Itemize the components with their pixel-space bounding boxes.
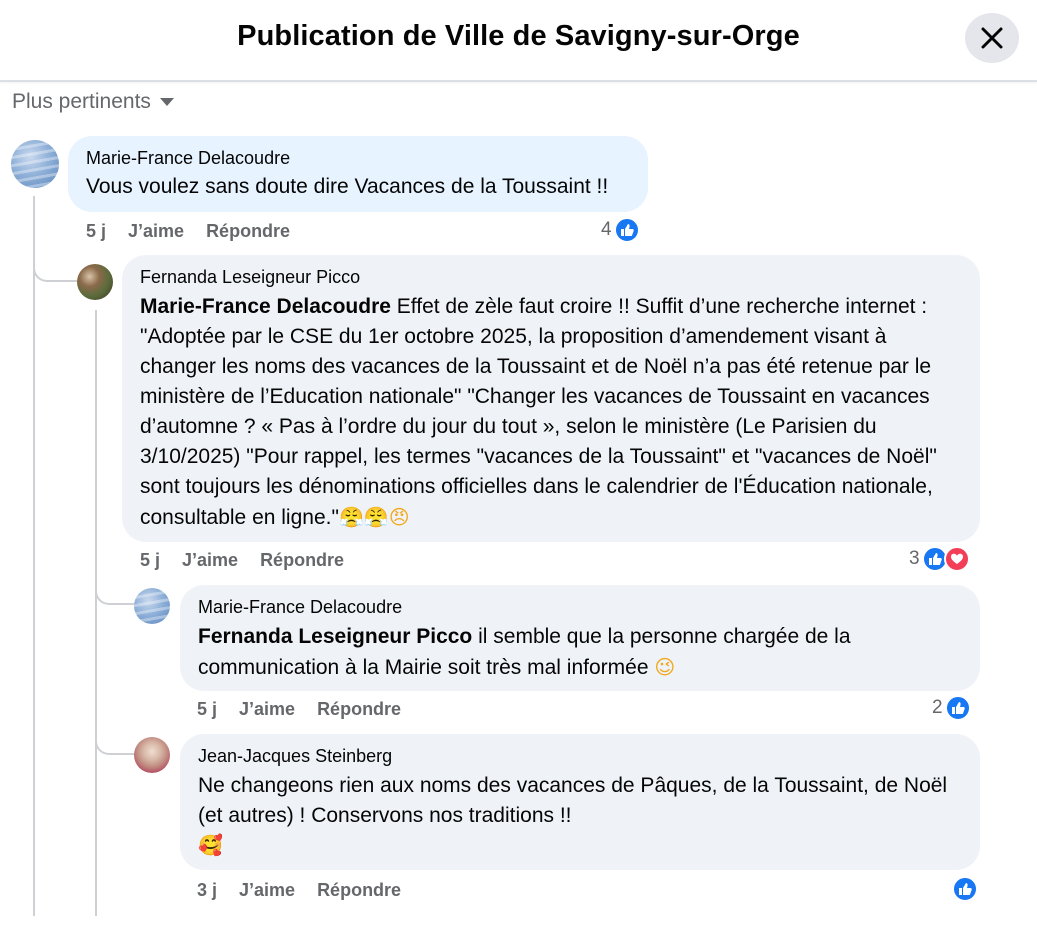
comment-bubble: Marie-France Delacoudre Vous voulez sans… [68,136,648,212]
like-reaction-icon [613,217,640,243]
comment-time[interactable]: 5 j [197,699,217,720]
like-button[interactable]: J’aime [128,221,184,242]
comments-dialog: Publication de Ville de Savigny-sur-Orge… [0,0,1037,926]
reaction-count: 2 [932,697,943,718]
mention-link[interactable]: Marie-France Delacoudre [140,295,391,318]
comment-actions: 3 j J’aime Répondre [197,880,401,901]
comment-emoji: 😤😤😠 [338,505,410,529]
comment-text: Marie-France Delacoudre Effet de zèle fa… [140,292,962,533]
like-button[interactable]: J’aime [182,550,238,571]
comment-author[interactable]: Marie-France Delacoudre [86,148,630,169]
thread-connector [33,258,77,282]
comment-body: Effet de zèle faut croire !! Suffit d’un… [140,295,937,529]
reply-button[interactable]: Répondre [317,699,401,720]
avatar[interactable] [11,140,59,188]
comment-bubble: Marie-France Delacoudre Fernanda Leseign… [180,585,980,691]
like-button[interactable]: J’aime [239,699,295,720]
dialog-title: Publication de Ville de Savigny-sur-Orge [237,20,800,52]
avatar[interactable] [134,737,170,773]
comment-text: Fernanda Leseigneur Picco il semble que … [198,622,962,683]
comment-time[interactable]: 3 j [197,880,217,901]
reply-button[interactable]: Répondre [206,221,290,242]
comment-bubble: Jean-Jacques Steinberg Ne changeons rien… [180,734,980,870]
close-button[interactable] [965,13,1019,63]
comment-author[interactable]: Jean-Jacques Steinberg [198,746,962,767]
avatar[interactable] [77,264,113,300]
comment-text: Vous voulez sans doute dire Vacances de … [86,175,609,198]
comment-text: Ne changeons rien aux noms des vacances … [198,774,948,827]
reaction-count: 3 [909,548,920,569]
sort-dropdown[interactable]: Plus pertinents [12,90,175,114]
reply-button[interactable]: Répondre [260,550,344,571]
like-button[interactable]: J’aime [239,880,295,901]
thread-connector [95,735,135,755]
comment-actions: 5 j J’aime Répondre [86,221,290,242]
reply-button[interactable]: Répondre [317,880,401,901]
thread-line [95,310,97,916]
reaction-count: 4 [601,219,612,240]
sort-label: Plus pertinents [12,90,151,113]
comment-bubble: Fernanda Leseigneur Picco Marie-France D… [122,255,980,542]
reaction-summary[interactable] [950,876,978,902]
mention-link[interactable]: Fernanda Leseigneur Picco [198,625,472,648]
reaction-summary[interactable]: 3 [909,546,970,572]
avatar[interactable] [134,588,170,624]
comment-emoji: 🥰 [198,833,223,857]
close-icon [981,27,1003,49]
love-reaction-icon [943,546,970,572]
caret-down-icon [159,98,174,106]
thread-connector [95,585,135,605]
like-reaction-icon [944,695,971,721]
comment-time[interactable]: 5 j [86,221,106,242]
comment-author[interactable]: Fernanda Leseigneur Picco [140,267,962,288]
comment-emoji: 😉 [654,655,676,679]
thread-line [33,196,35,916]
comment-author[interactable]: Marie-France Delacoudre [198,597,962,618]
reaction-summary[interactable]: 2 [932,695,971,721]
dialog-header: Publication de Ville de Savigny-sur-Orge [0,0,1037,82]
comment-actions: 5 j J’aime Répondre [197,699,401,720]
reaction-summary[interactable]: 4 [601,217,640,243]
comment-time[interactable]: 5 j [140,550,160,571]
like-reaction-icon [952,876,978,902]
comment-actions: 5 j J’aime Répondre [140,550,344,571]
